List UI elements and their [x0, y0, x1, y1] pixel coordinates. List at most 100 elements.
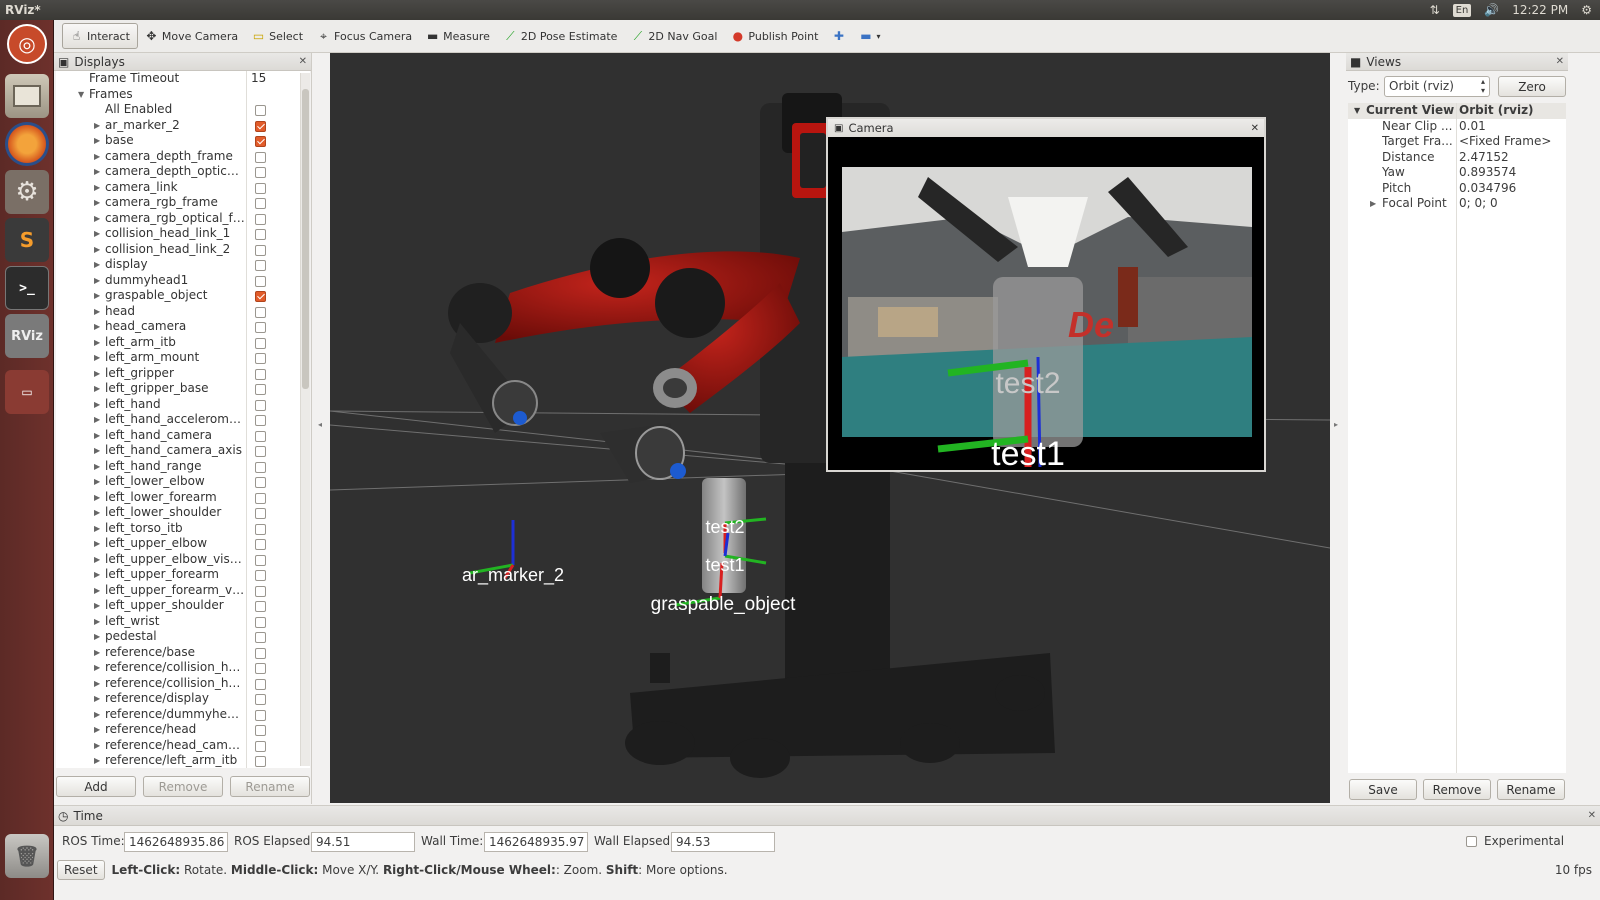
- chevron-right-icon[interactable]: ▶: [94, 567, 100, 583]
- frame-checkbox[interactable]: [255, 399, 266, 411]
- chevron-right-icon[interactable]: ▶: [94, 273, 100, 289]
- frame-row[interactable]: ▶ left_lower_elbow: [56, 474, 310, 490]
- frame-row[interactable]: ▶ left_arm_mount: [56, 350, 310, 366]
- view-property-row[interactable]: Near Clip ... 0.01: [1348, 119, 1566, 135]
- workspace-switcher-icon[interactable]: ▭: [5, 370, 49, 414]
- frame-row[interactable]: ▶ base: [56, 133, 310, 149]
- frame-row[interactable]: ▶ collision_head_link_2: [56, 242, 310, 258]
- frame-row[interactable]: ▶ reference/display: [56, 691, 310, 707]
- chevron-right-icon[interactable]: ▶: [94, 722, 100, 738]
- chevron-right-icon[interactable]: ▶: [94, 753, 100, 768]
- frame-checkbox[interactable]: [255, 446, 266, 457]
- frame-row[interactable]: ▶ reference/head: [56, 722, 310, 738]
- frame-row[interactable]: ▶ reference/collision_hea...: [56, 676, 310, 692]
- frame-row[interactable]: ▶ head_camera: [56, 319, 310, 335]
- chevron-right-icon[interactable]: ▶: [94, 304, 100, 320]
- chevron-right-icon[interactable]: ▶: [94, 381, 100, 397]
- view-property-row[interactable]: ▶ Focal Point 0; 0; 0: [1348, 196, 1566, 212]
- chevron-right-icon[interactable]: ▶: [94, 288, 100, 304]
- frame-checkbox[interactable]: [255, 291, 266, 302]
- frame-row[interactable]: ▶ reference/head_camera: [56, 738, 310, 754]
- view-property-row[interactable]: Target Fra... <Fixed Frame>: [1348, 134, 1566, 150]
- frame-checkbox[interactable]: [255, 461, 266, 473]
- zero-button[interactable]: Zero: [1498, 76, 1566, 97]
- tool-measure[interactable]: ▬ Measure: [419, 23, 497, 49]
- frame-checkbox[interactable]: [255, 120, 266, 132]
- frame-checkbox[interactable]: [255, 632, 266, 643]
- frame-checkbox[interactable]: [255, 322, 266, 333]
- property-value[interactable]: 15: [251, 71, 266, 87]
- add-button[interactable]: Add: [56, 776, 136, 797]
- chevron-right-icon[interactable]: ▶: [94, 242, 100, 258]
- frame-checkbox[interactable]: [255, 740, 266, 752]
- frame-row[interactable]: ▶ left_upper_forearm: [56, 567, 310, 583]
- frame-row[interactable]: ▶ camera_link: [56, 180, 310, 196]
- frame-row[interactable]: ▶ left_arm_itb: [56, 335, 310, 351]
- frame-row[interactable]: ▶ reference/left_arm_itb: [56, 753, 310, 768]
- chevron-right-icon[interactable]: ▶: [94, 521, 100, 537]
- terminal-icon[interactable]: >_: [5, 266, 49, 310]
- frame-checkbox[interactable]: [255, 477, 266, 488]
- frame-checkbox[interactable]: [255, 508, 266, 519]
- frame-row[interactable]: ▶ display: [56, 257, 310, 273]
- camera-window[interactable]: ▣ Camera ✕ De test2 test1: [826, 117, 1266, 473]
- chevron-right-icon[interactable]: ▶: [94, 180, 100, 196]
- frame-row[interactable]: ▶ left_upper_forearm_vis...: [56, 583, 310, 599]
- chevron-right-icon[interactable]: ▶: [94, 629, 100, 645]
- frame-checkbox[interactable]: [255, 725, 266, 736]
- frame-checkbox[interactable]: [255, 663, 266, 674]
- close-icon[interactable]: ✕: [1556, 56, 1564, 67]
- frame-checkbox[interactable]: [255, 244, 266, 256]
- frame-row[interactable]: ▶ graspable_object: [56, 288, 310, 304]
- chevron-right-icon[interactable]: ▶: [94, 505, 100, 521]
- frame-row[interactable]: ▶ camera_depth_optical_...: [56, 164, 310, 180]
- remove-button[interactable]: Remove: [1423, 779, 1491, 800]
- view-property-row[interactable]: Pitch 0.034796: [1348, 181, 1566, 197]
- view-property-value[interactable]: 0; 0; 0: [1459, 196, 1498, 212]
- frame-row[interactable]: ▶ ar_marker_2: [56, 118, 310, 134]
- chevron-right-icon[interactable]: ▶: [94, 738, 100, 754]
- frame-row[interactable]: ▶ left_gripper: [56, 366, 310, 382]
- chevron-right-icon[interactable]: ▶: [94, 118, 100, 134]
- frame-checkbox[interactable]: [255, 415, 266, 426]
- frame-checkbox[interactable]: [255, 601, 266, 612]
- files-icon[interactable]: [5, 74, 49, 118]
- chevron-right-icon[interactable]: ▶: [94, 459, 100, 475]
- chevron-right-icon[interactable]: ▶: [94, 443, 100, 459]
- frame-checkbox[interactable]: [255, 275, 266, 287]
- frame-checkbox[interactable]: [255, 756, 266, 767]
- frame-checkbox[interactable]: [255, 492, 266, 504]
- frame-row[interactable]: ▶ reference/collision_hea...: [56, 660, 310, 676]
- frame-row[interactable]: ▶ left_torso_itb: [56, 521, 310, 537]
- chevron-right-icon[interactable]: ▶: [94, 149, 100, 165]
- tool-interact[interactable]: ☝ Interact: [62, 23, 138, 49]
- reset-button[interactable]: Reset: [57, 859, 105, 880]
- frame-row[interactable]: ▶ left_upper_shoulder: [56, 598, 310, 614]
- view-property-value[interactable]: 0.893574: [1459, 165, 1516, 181]
- chevron-right-icon[interactable]: ▶: [94, 474, 100, 490]
- trash-icon[interactable]: 🗑: [5, 834, 49, 878]
- chevron-right-icon[interactable]: ▶: [94, 583, 100, 599]
- chevron-right-icon[interactable]: ▶: [94, 412, 100, 428]
- chevron-right-icon[interactable]: ▶: [94, 211, 100, 227]
- close-icon[interactable]: ✕: [1251, 123, 1259, 134]
- chevron-right-icon[interactable]: ▶: [94, 598, 100, 614]
- camera-window-titlebar[interactable]: ▣ Camera ✕: [828, 119, 1264, 137]
- frame-checkbox[interactable]: [255, 384, 266, 395]
- frame-row[interactable]: ▶ left_gripper_base: [56, 381, 310, 397]
- scrollbar[interactable]: [300, 73, 310, 766]
- close-icon[interactable]: ✕: [299, 56, 307, 67]
- frame-row[interactable]: ▶ left_hand_range: [56, 459, 310, 475]
- rename-button[interactable]: Rename: [1497, 779, 1565, 800]
- frame-row[interactable]: ▶ left_lower_forearm: [56, 490, 310, 506]
- chevron-right-icon[interactable]: ▶: [94, 350, 100, 366]
- frame-row[interactable]: ▶ left_hand_camera: [56, 428, 310, 444]
- frame-row[interactable]: ▶ left_wrist: [56, 614, 310, 630]
- chevron-right-icon[interactable]: ▶: [94, 366, 100, 382]
- clock[interactable]: 12:22 PM: [1512, 3, 1568, 17]
- view-property-value[interactable]: <Fixed Frame>: [1459, 134, 1551, 150]
- frame-row[interactable]: ▶ dummyhead1: [56, 273, 310, 289]
- sublime-text-icon[interactable]: S: [5, 218, 49, 262]
- frame-row[interactable]: ▶ left_hand: [56, 397, 310, 413]
- network-icon[interactable]: ⇅: [1430, 3, 1440, 17]
